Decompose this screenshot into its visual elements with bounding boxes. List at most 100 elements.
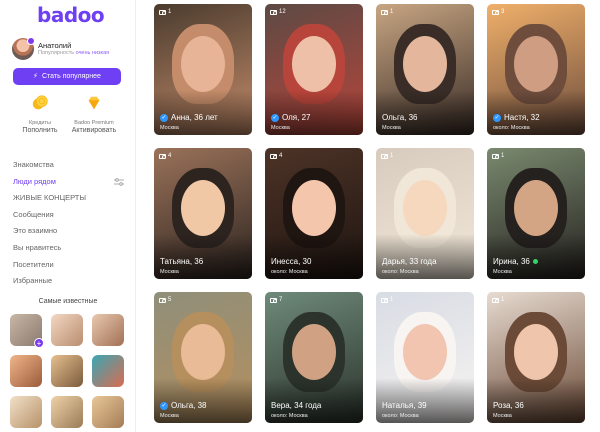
add-icon: + <box>34 338 44 348</box>
menu-item-people-nearby[interactable]: Люди рядом <box>13 174 128 191</box>
profile-photo-face <box>181 180 225 236</box>
menu-item-live-concerts[interactable]: ЖИВЫЕ КОНЦЕРТЫ <box>13 190 128 207</box>
photo-count-value: 1 <box>390 297 394 303</box>
profile-name-age: Ирина, 36 <box>493 257 530 266</box>
profile-photo-face <box>403 180 447 236</box>
verified-icon: ✓ <box>271 113 279 122</box>
profile-name-age: Ольга, 38 <box>171 401 207 410</box>
badoo-logo[interactable]: badoo <box>37 3 105 27</box>
verified-icon: ✓ <box>160 113 168 122</box>
famous-thumb[interactable] <box>10 396 42 428</box>
profile-card[interactable]: 7 Вера, 34 года около: Москва <box>265 292 363 423</box>
profile-card[interactable]: 5 ✓ Ольга, 38 Москва <box>154 292 252 423</box>
profile-card[interactable]: 12 ✓ Оля, 27 Москва <box>265 4 363 135</box>
photo-count: 1 <box>492 297 504 303</box>
famous-thumb[interactable] <box>10 355 42 387</box>
menu-item-liked-you[interactable]: Вы нравитесь <box>13 240 128 257</box>
famous-thumb[interactable] <box>51 355 83 387</box>
profile-card[interactable]: 1 Наталья, 39 около: Москва <box>376 292 474 423</box>
famous-title: Самые известные <box>38 298 98 305</box>
menu-item-messages[interactable]: Сообщения <box>13 207 128 224</box>
credits-action[interactable]: Пополнить <box>10 127 70 134</box>
camera-icon <box>159 297 166 303</box>
online-indicator-icon <box>532 259 538 264</box>
profile-city: Москва <box>493 413 512 419</box>
profile-card[interactable]: 1 Ольга, 36 Москва <box>376 4 474 135</box>
filter-icon[interactable] <box>114 177 124 186</box>
profile-card[interactable]: 4 Инесса, 30 около: Москва <box>265 148 363 279</box>
photo-count: 1 <box>159 9 171 15</box>
profile-name-row: Инесса, 30 <box>271 257 311 266</box>
profile-photo-face <box>292 324 336 380</box>
photo-count: 1 <box>381 297 393 303</box>
menu-item-matches[interactable]: Это взаимно <box>13 223 128 240</box>
profile-city: около: Москва <box>271 269 308 275</box>
profile-name-row: Вера, 34 года <box>271 401 321 410</box>
profile-card[interactable]: 1 Дарья, 33 года около: Москва <box>376 148 474 279</box>
photo-count: 1 <box>381 9 393 15</box>
premium-perk[interactable]: Badoo Premium Активировать <box>64 94 124 134</box>
menu-item-encounters[interactable]: Знакомства <box>13 157 128 174</box>
profile-city: около: Москва <box>493 125 530 131</box>
profile-name-row: Роза, 36 <box>493 401 524 410</box>
photo-count-value: 1 <box>390 9 394 15</box>
profile-name-row: ✓ Ольга, 38 <box>160 401 207 410</box>
famous-thumb[interactable] <box>92 355 124 387</box>
profile-city: Москва <box>160 125 179 131</box>
famous-thumb[interactable]: + <box>10 314 44 348</box>
profile-name-age: Ольга, 36 <box>382 113 418 122</box>
menu-item-visitors[interactable]: Посетители <box>13 257 128 274</box>
photo-count-value: 3 <box>501 9 505 15</box>
lightning-icon: ⚡ <box>33 73 38 80</box>
profile-name-row: Наталья, 39 <box>382 401 427 410</box>
famous-thumb[interactable] <box>92 314 124 346</box>
profile-photo-face <box>181 324 225 380</box>
profile-name-row: Ирина, 36 <box>493 257 538 266</box>
profile-city: около: Москва <box>382 269 419 275</box>
popularity-status: Популярность очень низкая <box>38 50 109 56</box>
premium-action[interactable]: Активировать <box>64 127 124 134</box>
profile-photo-face <box>181 36 225 92</box>
camera-icon <box>270 153 277 159</box>
camera-icon <box>381 297 388 303</box>
photo-count: 4 <box>159 153 171 159</box>
profile-card[interactable]: 4 Татьяна, 36 Москва <box>154 148 252 279</box>
notification-dot <box>27 37 35 45</box>
profile-name-age: Дарья, 33 года <box>382 257 437 266</box>
profile-photo-face <box>292 36 336 92</box>
photo-count-value: 1 <box>501 153 505 159</box>
profile-name-row: ✓ Анна, 36 лет <box>160 113 218 122</box>
profile-card[interactable]: 1 Ирина, 36 Москва <box>487 148 585 279</box>
profile-card[interactable]: 1 ✓ Анна, 36 лет Москва <box>154 4 252 135</box>
profile-photo-face <box>514 36 558 92</box>
camera-icon <box>492 153 499 159</box>
photo-count-value: 1 <box>390 153 394 159</box>
coins-icon <box>32 95 48 110</box>
photo-count: 5 <box>159 297 171 303</box>
famous-thumb[interactable] <box>51 314 83 346</box>
diamond-icon <box>88 96 100 110</box>
profile-card[interactable]: 1 Роза, 36 Москва <box>487 292 585 423</box>
profile-block[interactable]: Анатолий Популярность очень низкая <box>12 37 132 64</box>
photo-count-value: 5 <box>168 297 172 303</box>
premium-label: Badoo Premium <box>74 120 114 126</box>
become-popular-button[interactable]: ⚡ Стать популярнее <box>13 68 121 85</box>
profile-photo-face <box>514 180 558 236</box>
famous-thumb[interactable] <box>92 396 124 428</box>
menu-item-favorites[interactable]: Избранные <box>13 273 128 290</box>
famous-thumb[interactable] <box>51 396 83 428</box>
profile-name-row: Татьяна, 36 <box>160 257 203 266</box>
profile-name-age: Настя, 32 <box>504 113 540 122</box>
menu-item-people-nearby-label: Люди рядом <box>13 176 56 186</box>
photo-count-value: 4 <box>279 153 283 159</box>
profile-name[interactable]: Анатолий <box>38 41 71 50</box>
profile-city: Москва <box>493 269 512 275</box>
profile-photo-face <box>403 324 447 380</box>
profile-name-age: Наталья, 39 <box>382 401 427 410</box>
profile-name-age: Инесса, 30 <box>271 257 312 266</box>
profile-card[interactable]: 3 ✓ Настя, 32 около: Москва <box>487 4 585 135</box>
photo-count: 4 <box>270 153 282 159</box>
credits-perk[interactable]: Кредиты Пополнить <box>10 94 70 134</box>
profile-photo-face <box>292 180 336 236</box>
profile-city: Москва <box>382 125 401 131</box>
